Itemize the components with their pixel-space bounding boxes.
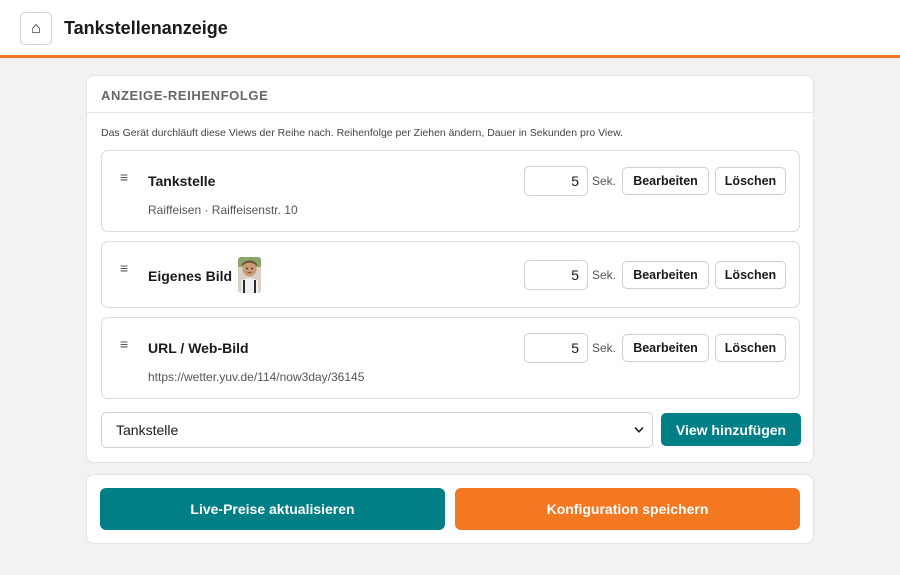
section-title: ANZEIGE-REIHENFOLGE <box>101 88 269 103</box>
save-config-button[interactable]: Konfiguration speichern <box>455 488 800 530</box>
duration-input[interactable] <box>524 260 588 290</box>
drag-handle-icon[interactable]: ≡ <box>120 261 128 275</box>
duration-unit: Sek. <box>592 268 617 282</box>
view-item-url-web-bild[interactable]: ≡ URL / Web-Bild https://wetter.yuv.de/1… <box>101 317 800 399</box>
edit-button[interactable]: Bearbeiten <box>622 261 709 289</box>
home-button[interactable]: ⌂ <box>20 12 52 45</box>
view-type-selected: Tankstelle <box>116 422 179 438</box>
view-item-title: Tankstelle <box>148 173 216 189</box>
order-card: ANZEIGE-REIHENFOLGE Das Gerät durchläuft… <box>86 75 814 463</box>
duration-unit: Sek. <box>592 174 617 188</box>
refresh-prices-button[interactable]: Live-Preise aktualisieren <box>100 488 445 530</box>
edit-button[interactable]: Bearbeiten <box>622 167 709 195</box>
duration-input[interactable] <box>524 333 588 363</box>
drag-handle-icon[interactable]: ≡ <box>120 337 128 351</box>
view-item-eigenes-bild[interactable]: ≡ Eigenes Bild Sek. Bearbeiten Löschen <box>101 241 800 308</box>
delete-button[interactable]: Löschen <box>715 167 786 195</box>
home-icon: ⌂ <box>31 19 41 37</box>
delete-button[interactable]: Löschen <box>715 334 786 362</box>
drag-handle-icon[interactable]: ≡ <box>120 170 128 184</box>
page-title: Tankstellenanzeige <box>64 18 228 38</box>
view-item-title: Eigenes Bild <box>148 268 233 284</box>
chevron-down-icon <box>634 427 644 433</box>
section-divider <box>87 112 813 113</box>
view-item-title: URL / Web-Bild <box>148 340 249 356</box>
image-thumbnail <box>238 257 261 293</box>
section-hint: Das Gerät durchläuft diese Views der Rei… <box>101 127 624 139</box>
add-view-button[interactable]: View hinzufügen <box>661 413 801 446</box>
duration-input[interactable] <box>524 166 588 196</box>
edit-button[interactable]: Bearbeiten <box>622 334 709 362</box>
view-item-subtitle: Raiffeisen · Raiffeisenstr. 10 <box>148 203 298 217</box>
top-bar: ⌂ Tankstellenanzeige <box>0 0 900 58</box>
actions-card: Live-Preise aktualisieren Konfiguration … <box>86 474 814 544</box>
duration-unit: Sek. <box>592 341 617 355</box>
view-item-tankstelle[interactable]: ≡ Tankstelle Raiffeisen · Raiffeisenstr.… <box>101 150 800 232</box>
view-type-select[interactable]: Tankstelle <box>101 412 653 448</box>
view-item-url: https://wetter.yuv.de/114/now3day/36145 <box>148 370 365 384</box>
delete-button[interactable]: Löschen <box>715 261 786 289</box>
